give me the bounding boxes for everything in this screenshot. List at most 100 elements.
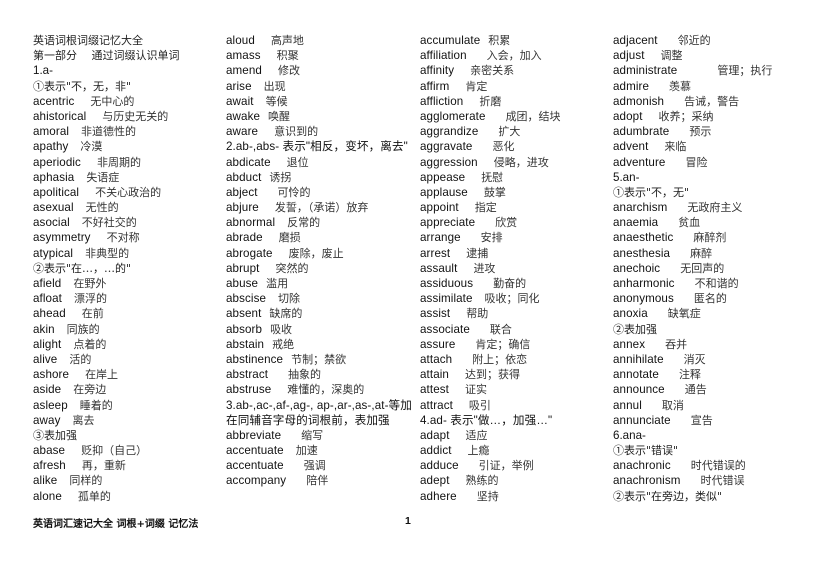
english-word: aggravate <box>420 140 473 154</box>
vocab-entry: abscise 切除 <box>226 291 416 306</box>
vocab-entry: adjust 调整 <box>613 48 813 63</box>
chinese-meaning: 退位 <box>286 155 309 169</box>
vocab-entry: attach 附上；依恋 <box>420 352 610 367</box>
vocab-entry: abstruse 难懂的，深奥的 <box>226 382 416 397</box>
vocab-entry: admire 羡慕 <box>613 79 813 94</box>
chinese-meaning: 勤奋的 <box>493 277 527 290</box>
chinese-meaning: 麻醉剂 <box>693 231 727 245</box>
english-word: abuse <box>226 277 259 291</box>
vocab-entry: announce 通告 <box>613 382 813 397</box>
vocab-entry: afresh 再，重新 <box>33 458 223 473</box>
english-word: abduct <box>226 170 262 184</box>
english-word: abrogate <box>226 246 273 260</box>
chinese-meaning: 冷漠 <box>80 140 103 154</box>
english-word: apolitical <box>33 185 80 199</box>
english-word: abstruse <box>226 383 272 397</box>
subsection-heading: ③表加强 <box>33 428 223 443</box>
chinese-meaning: 注释 <box>678 368 701 382</box>
vocab-entry: anechoic 无回声的 <box>613 261 813 276</box>
chinese-meaning: 不和谐的 <box>694 277 739 290</box>
english-word: alight <box>33 337 62 351</box>
chinese-meaning: 离去 <box>72 413 95 427</box>
vocab-entry: aggrandize 扩大 <box>420 124 610 139</box>
chinese-meaning: 等候 <box>265 94 288 108</box>
vocab-entry: adjacent 邻近的 <box>613 33 813 48</box>
english-word: absent <box>226 307 262 321</box>
vocab-entry: adept 熟练的 <box>420 473 610 488</box>
footer-title: 英语词汇速记大全 词根+词缀 记忆法 <box>33 519 199 530</box>
subsection-heading-text: 英语词根词缀记忆大全 <box>33 34 143 47</box>
chinese-meaning: 时代错误 <box>700 474 745 488</box>
subsection-heading-text: ①表示"不，无" <box>613 185 690 199</box>
vocab-entry: anesthesia 麻醉 <box>613 246 813 261</box>
chinese-meaning: 切除 <box>278 292 301 306</box>
chinese-meaning: 消灭 <box>683 352 706 366</box>
column-1: 英语词根词缀记忆大全 第一部分 通过词缀认识单词 1.a- ①表示"不，无，非" ace… <box>33 33 223 504</box>
vocab-entry: aperiodic 非周期的 <box>33 155 223 170</box>
chinese-meaning: 帮助 <box>466 307 489 321</box>
vocab-entry: anoxia 缺氧症 <box>613 306 813 321</box>
chinese-meaning: 非周期的 <box>96 155 141 169</box>
chinese-meaning: 告诫，警告 <box>684 94 740 108</box>
section-heading-text: 3.ab-,ac-,af-,ag-, ap-,ar-,as-,at-等加在同辅音… <box>226 398 412 427</box>
english-word: attach <box>420 352 453 366</box>
vocab-entry: arise 出现 <box>226 79 416 94</box>
vocab-entry: asocial 不好社交的 <box>33 215 223 230</box>
english-word: away <box>33 413 61 427</box>
section-number: 5.an- <box>613 170 813 185</box>
subsection-heading-text: ②表示"在旁边，类似" <box>613 489 723 503</box>
english-word: adumbrate <box>613 125 670 139</box>
english-word: advent <box>613 140 649 154</box>
chinese-meaning: 再，重新 <box>81 459 126 473</box>
english-word: annotate <box>613 368 659 382</box>
chinese-meaning: 突然的 <box>275 261 309 275</box>
vocab-entry: abjure 发誓，（承诺）放弃 <box>226 200 416 215</box>
vocab-entry: appreciate 欣赏 <box>420 215 610 230</box>
english-word: assist <box>420 307 451 321</box>
english-word: admire <box>613 79 650 93</box>
chinese-meaning: 麻醉 <box>690 246 713 260</box>
english-word: abase <box>33 444 66 458</box>
chinese-meaning: 贬抑（自己） <box>81 444 148 458</box>
vocab-entry: administrate 管理；执行 <box>613 63 813 78</box>
vocab-entry: asymmetry 不对称 <box>33 230 223 245</box>
section-heading: 3.ab-,ac-,af-,ag-, ap-,ar-,as-,at-等加在同辅音… <box>226 398 416 428</box>
subsection-heading-text: ①表示"错误" <box>613 444 679 458</box>
chinese-meaning: 抽象的 <box>288 368 322 382</box>
english-word: alike <box>33 474 58 488</box>
vocab-entry: assure 肯定；确信 <box>420 337 610 352</box>
chinese-meaning: 无政府主义 <box>687 201 743 215</box>
chinese-meaning: 不好社交的 <box>81 216 137 230</box>
vocab-entry: adapt 适应 <box>420 428 610 443</box>
chinese-meaning: 鼓掌 <box>483 185 506 199</box>
chinese-meaning: 陪伴 <box>306 474 329 488</box>
vocab-entry: alike 同样的 <box>33 473 223 488</box>
english-word: abrupt <box>226 261 260 275</box>
english-word: ahistorical <box>33 109 87 123</box>
english-word: abstract <box>226 368 269 382</box>
chinese-meaning: 唤醒 <box>268 109 291 123</box>
vocab-entry: annul 取消 <box>613 398 813 413</box>
english-word: abnormal <box>226 216 276 230</box>
english-word: annul <box>613 398 642 412</box>
subsection-heading: ②表示"在…，…的" <box>33 261 223 276</box>
english-word: annihilate <box>613 352 664 366</box>
chinese-meaning: 吸收 <box>270 322 293 336</box>
chinese-meaning: 吞并 <box>665 337 688 351</box>
subsection-heading: ①表示"错误" <box>613 443 813 458</box>
chinese-meaning: 非典型的 <box>85 246 130 260</box>
english-word: aggression <box>420 155 478 169</box>
chinese-meaning: 缩写 <box>301 428 324 442</box>
vocab-entry: accompany 陪伴 <box>226 473 416 488</box>
english-word: anesthesia <box>613 246 671 260</box>
english-word: abstain <box>226 337 265 351</box>
vocab-entry: alone 孤单的 <box>33 489 223 504</box>
english-word: alive <box>33 352 58 366</box>
chinese-meaning: 废除，废止 <box>288 246 344 260</box>
vocab-entry: assiduous 勤奋的 <box>420 276 610 291</box>
vocab-entry: arrange 安排 <box>420 230 610 245</box>
english-word: abjure <box>226 201 259 215</box>
chinese-meaning: 无性的 <box>85 201 119 215</box>
subsection-heading: 英语词根词缀记忆大全 <box>33 33 223 48</box>
vocab-entry: amoral 非道德性的 <box>33 124 223 139</box>
